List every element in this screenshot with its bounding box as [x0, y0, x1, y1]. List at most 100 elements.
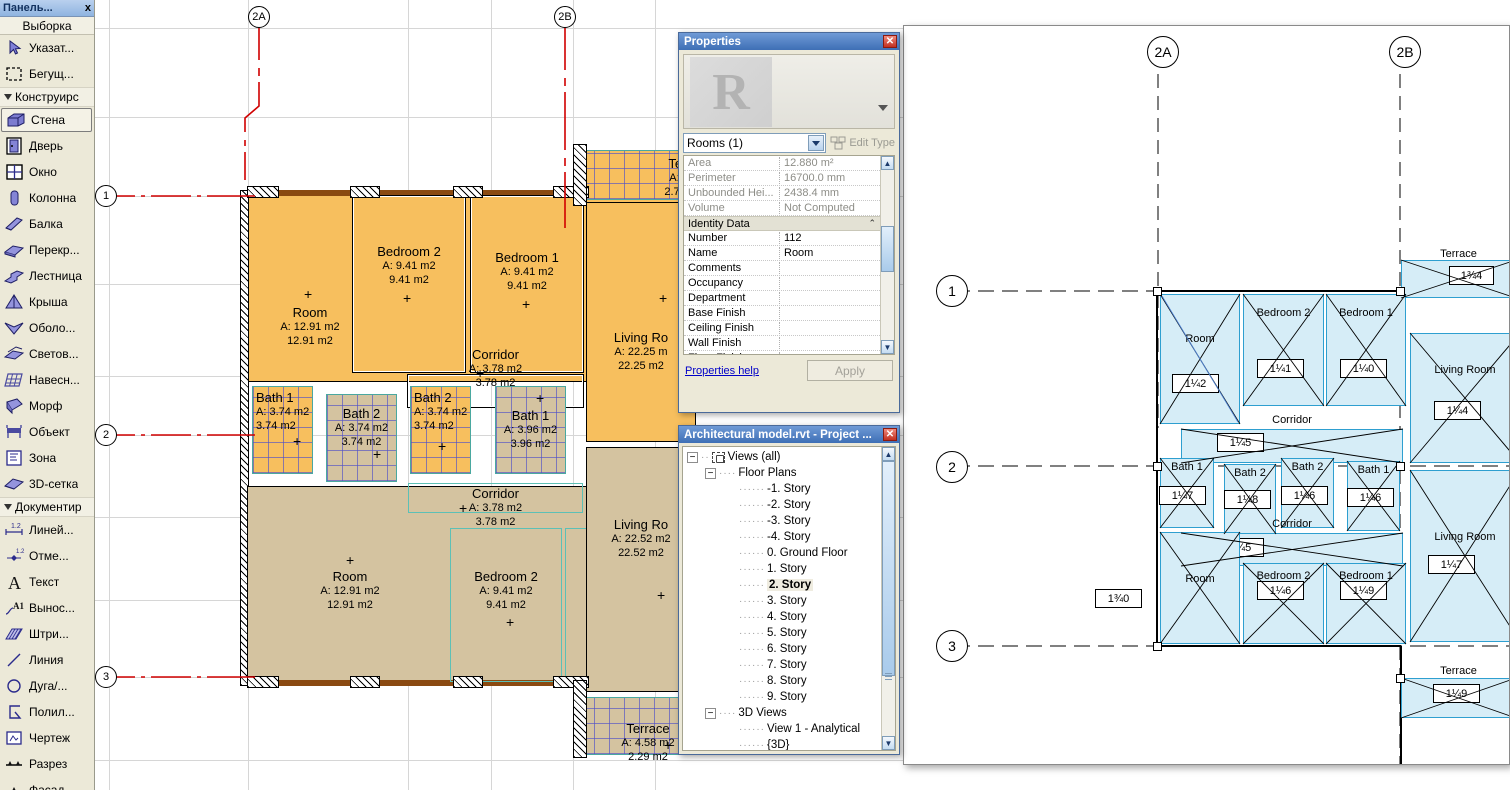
- property-row[interactable]: Comments: [684, 261, 880, 276]
- right-grid-bubble-2A[interactable]: 2A: [1147, 36, 1179, 68]
- right-room-tag[interactable]: 1¼2: [1172, 374, 1219, 393]
- expand-collapse-icon[interactable]: −: [705, 467, 716, 479]
- right-grid-bubble-1[interactable]: 1: [936, 275, 968, 307]
- tool-arc-circle[interactable]: Дуга/...: [0, 673, 94, 699]
- tool-hatch[interactable]: Штри...: [0, 621, 94, 647]
- tool-roof[interactable]: Крыша: [0, 289, 94, 315]
- property-row[interactable]: Volume Not Computed: [684, 201, 880, 216]
- property-row[interactable]: Occupancy: [684, 276, 880, 291]
- scroll-up-icon[interactable]: ▲: [882, 447, 895, 461]
- scroll-down-icon[interactable]: ▼: [881, 340, 894, 354]
- chevron-down-icon[interactable]: [808, 135, 825, 151]
- tool-arrow-pointer[interactable]: Указат...: [0, 35, 94, 61]
- tool-line[interactable]: Линия: [0, 647, 94, 673]
- tree-item-story-5[interactable]: ······ 5. Story: [683, 625, 881, 641]
- expand-collapse-icon[interactable]: −: [687, 451, 698, 463]
- tool-zone[interactable]: Зона: [0, 445, 94, 471]
- right-room-tag[interactable]: 1¼9: [1433, 684, 1480, 703]
- property-row[interactable]: Floor Finish: [684, 351, 880, 354]
- tool-door[interactable]: Дверь: [0, 133, 94, 159]
- tool-morph[interactable]: Морф: [0, 393, 94, 419]
- right-room-tag[interactable]: 1¼8: [1224, 490, 1271, 509]
- right-room-tag[interactable]: 1¼4: [1434, 401, 1481, 420]
- tree-item-3d-views[interactable]: − ···· 3D Views: [683, 705, 881, 721]
- project-browser-scrollbar[interactable]: ▲ ▼: [881, 447, 895, 750]
- tool-skylight[interactable]: Светов...: [0, 341, 94, 367]
- corner-node[interactable]: [1396, 287, 1405, 296]
- tool-stair[interactable]: Лестница: [0, 263, 94, 289]
- right-room-tag[interactable]: 1¼0: [1340, 359, 1387, 378]
- tool-window[interactable]: Окно: [0, 159, 94, 185]
- tree-item-story-minus2[interactable]: ······ -2. Story: [683, 497, 881, 513]
- tree-item-story-minus3[interactable]: ······ -3. Story: [683, 513, 881, 529]
- right-room-tag[interactable]: 1¼7: [1159, 486, 1206, 505]
- tool-object[interactable]: Объект: [0, 419, 94, 445]
- project-browser-close-icon[interactable]: ✕: [883, 428, 897, 441]
- tool-level-dimension[interactable]: 1.2 Отме...: [0, 543, 94, 569]
- right-room-room-top[interactable]: Room: [1160, 294, 1240, 424]
- tree-item-view1-analytical[interactable]: ······ View 1 - Analytical: [683, 721, 881, 737]
- properties-type-selector[interactable]: Rooms (1): [683, 133, 827, 153]
- property-row[interactable]: Department: [684, 291, 880, 306]
- corner-node[interactable]: [1396, 462, 1405, 471]
- right-room-tag[interactable]: 1¼7: [1428, 555, 1475, 574]
- property-row[interactable]: Number 112: [684, 231, 880, 246]
- edit-type-button[interactable]: Edit Type: [830, 136, 895, 150]
- tool-wall[interactable]: Стена: [1, 108, 92, 132]
- right-room-tag[interactable]: 1¼6: [1347, 488, 1394, 507]
- scroll-up-icon[interactable]: ▲: [881, 156, 894, 170]
- property-row[interactable]: Perimeter 16700.0 mm: [684, 171, 880, 186]
- group-header-design[interactable]: Конструирс: [0, 87, 94, 107]
- properties-section-identity[interactable]: Identity Data ⌃: [684, 216, 880, 231]
- right-room-tag[interactable]: 1¼1: [1257, 359, 1304, 378]
- project-browser[interactable]: Architectural model.rvt - Project ... ✕ …: [678, 425, 900, 755]
- properties-close-icon[interactable]: ✕: [883, 35, 897, 48]
- tree-item-story-7[interactable]: ······ 7. Story: [683, 657, 881, 673]
- grid-bubble-2A[interactable]: 2A: [248, 6, 270, 28]
- chevron-down-icon[interactable]: [878, 105, 888, 111]
- tool-marquee-select[interactable]: Бегущ...: [0, 61, 94, 87]
- tree-item-floor-plans[interactable]: − ···· Floor Plans: [683, 465, 881, 481]
- right-room-bedroom2-bottom[interactable]: Bedroom 2: [1243, 563, 1324, 644]
- tree-item-ground-floor[interactable]: ······ 0. Ground Floor: [683, 545, 881, 561]
- project-browser-tree[interactable]: − ·· Views (all) − ···· Floor Plans ····…: [682, 446, 896, 751]
- corner-node[interactable]: [1396, 674, 1405, 683]
- right-room-living-top[interactable]: Living Room: [1410, 333, 1509, 463]
- corner-node[interactable]: [1153, 287, 1162, 296]
- right-room-bedroom1-top[interactable]: Bedroom 1: [1326, 294, 1406, 406]
- grid-bubble-3[interactable]: 3: [95, 666, 117, 688]
- tree-item-story-3[interactable]: ······ 3. Story: [683, 593, 881, 609]
- right-room-tag[interactable]: 1¼6: [1257, 581, 1304, 600]
- right-room-tag[interactable]: 1¼5: [1217, 433, 1264, 452]
- corner-node[interactable]: [1153, 642, 1162, 651]
- right-room-room-bottom[interactable]: Room: [1160, 532, 1240, 644]
- tool-curtain-wall[interactable]: Навесн...: [0, 367, 94, 393]
- right-grid-bubble-2B[interactable]: 2B: [1389, 36, 1421, 68]
- property-row[interactable]: Unbounded Hei... 2438.4 mm: [684, 186, 880, 201]
- right-grid-bubble-2[interactable]: 2: [936, 451, 968, 483]
- tree-item-views-all[interactable]: − ·· Views (all): [683, 449, 881, 465]
- tree-item-story-1[interactable]: ······ 1. Story: [683, 561, 881, 577]
- tool-beam[interactable]: Балка: [0, 211, 94, 237]
- right-room-tag[interactable]: 1¾4: [1449, 266, 1494, 285]
- tree-item-story-4[interactable]: ······ 4. Story: [683, 609, 881, 625]
- properties-help-link[interactable]: Properties help: [685, 365, 759, 377]
- expand-collapse-icon[interactable]: −: [705, 707, 716, 719]
- scrollbar-grip[interactable]: [885, 672, 892, 680]
- apply-button[interactable]: Apply: [807, 360, 893, 381]
- grid-bubble-1[interactable]: 1: [95, 185, 117, 207]
- tree-item-story-9[interactable]: ······ 9. Story: [683, 689, 881, 705]
- corner-node[interactable]: [1153, 462, 1162, 471]
- tool-polyline[interactable]: Полил...: [0, 699, 94, 725]
- tool-text[interactable]: A Текст: [0, 569, 94, 595]
- tree-item-3d[interactable]: ······ {3D}: [683, 737, 881, 750]
- property-row[interactable]: Area 12.880 m²: [684, 156, 880, 171]
- right-room-tag[interactable]: 1¼9: [1340, 581, 1387, 600]
- grid-bubble-2[interactable]: 2: [95, 424, 117, 446]
- scrollbar-thumb[interactable]: [882, 461, 895, 676]
- properties-scrollbar[interactable]: ▲ ▼: [880, 156, 894, 354]
- scrollbar-thumb[interactable]: [881, 226, 894, 272]
- tool-3d-mesh[interactable]: 3D-сетка: [0, 471, 94, 497]
- tool-linear-dimension[interactable]: 1.2 Линей...: [0, 517, 94, 543]
- tool-drawing[interactable]: Чертеж: [0, 725, 94, 751]
